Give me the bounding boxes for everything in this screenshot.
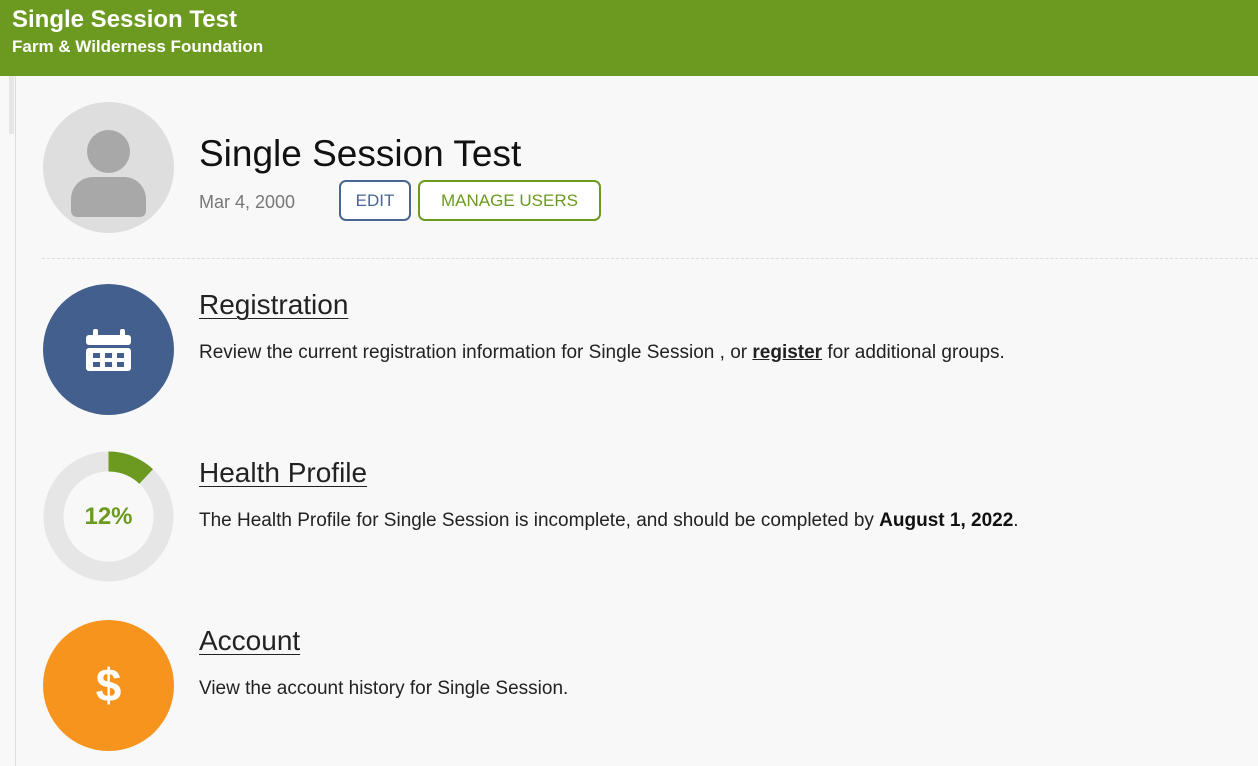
calendar-icon — [86, 329, 131, 371]
avatar — [43, 102, 174, 233]
registration-desc-tail: for additional groups. — [822, 342, 1005, 363]
avatar-head-shape — [87, 130, 130, 173]
health-profile-link[interactable]: Health Profile — [199, 456, 367, 490]
register-link[interactable]: register — [752, 342, 822, 363]
account-description: View the account history for Single Sess… — [199, 678, 569, 699]
health-description: The Health Profile for Single Session is… — [199, 509, 1019, 533]
registration-link[interactable]: Registration — [199, 288, 348, 322]
left-rail — [9, 76, 14, 134]
section-divider — [42, 258, 1258, 259]
header-title: Single Session Test — [12, 6, 237, 33]
dollar-icon: $ — [95, 659, 122, 711]
header-subtitle: Farm & Wilderness Foundation — [12, 37, 264, 56]
health-progress-ring[interactable]: 12% — [43, 451, 174, 582]
account-icon-circle[interactable]: $ — [43, 620, 174, 751]
edit-button[interactable]: EDIT — [339, 180, 411, 221]
manage-users-button[interactable]: MANAGE USERS — [418, 180, 601, 221]
registration-icon-circle[interactable] — [43, 284, 174, 415]
health-percent: 12% — [84, 503, 133, 530]
registration-description: Review the current registration informat… — [199, 341, 1005, 365]
left-divider-line — [15, 76, 16, 766]
app-header: Single Session Test Farm & Wilderness Fo… — [0, 0, 1258, 76]
account-link[interactable]: Account — [199, 624, 300, 658]
registration-desc-text: Review the current registration informat… — [199, 342, 753, 363]
participant-name: Single Session Test — [199, 133, 522, 174]
health-due-date: August 1, 2022 — [879, 510, 1014, 531]
avatar-body-shape — [71, 177, 146, 217]
participant-date: Mar 4, 2000 — [199, 192, 296, 212]
health-desc-text: The Health Profile for Single Session is… — [199, 510, 880, 531]
health-desc-tail: . — [1013, 510, 1019, 531]
